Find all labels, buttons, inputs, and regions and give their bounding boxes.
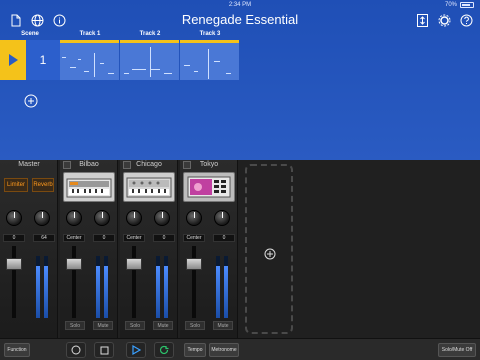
- meter-right: [104, 256, 108, 318]
- send-value: 0: [93, 234, 115, 242]
- plus-circle-icon: [24, 94, 38, 108]
- strip-tokyo-name: Tokyo: [199, 161, 219, 168]
- solo-button[interactable]: Solo: [185, 321, 205, 330]
- pan-knob[interactable]: [126, 210, 142, 226]
- status-time: 2:34 PM: [228, 2, 252, 8]
- meter-left: [96, 256, 100, 318]
- solo-button[interactable]: Solo: [125, 321, 145, 330]
- meter-right: [224, 256, 228, 318]
- tempo-button[interactable]: Tempo: [184, 343, 206, 357]
- fader-track: [132, 246, 136, 318]
- battery-indicator: 70%: [445, 2, 474, 8]
- instrument-thumbnail[interactable]: [183, 172, 235, 202]
- session-area: 2:34 PM 70% Renegade Essential Scene Tra…: [0, 0, 480, 160]
- send-knob[interactable]: [214, 210, 230, 226]
- help-icon[interactable]: [458, 12, 474, 28]
- master-meter-right: [44, 256, 48, 318]
- master-knob-2[interactable]: [34, 210, 50, 226]
- function-button[interactable]: Function: [4, 343, 30, 357]
- pan-value: Center: [123, 234, 145, 242]
- solo-button[interactable]: Solo: [65, 321, 85, 330]
- song-title: Renegade Essential: [181, 12, 299, 27]
- scene-play-button[interactable]: [0, 40, 26, 80]
- track-header-3[interactable]: Track 3: [180, 31, 240, 40]
- pan-value: Center: [63, 234, 85, 242]
- record-icon: [71, 345, 81, 355]
- add-scene-button[interactable]: [24, 94, 38, 108]
- pan-knob[interactable]: [66, 210, 82, 226]
- track-header-2[interactable]: Track 2: [120, 31, 180, 40]
- clip-track-3[interactable]: [180, 40, 239, 80]
- track-header-1[interactable]: Track 1: [60, 31, 120, 40]
- stop-button[interactable]: [94, 342, 114, 358]
- strip-chicago: Chicago Center 0 Solo Mute: [120, 160, 178, 338]
- send-knob[interactable]: [154, 210, 170, 226]
- pan-knob[interactable]: [186, 210, 202, 226]
- stop-icon: [100, 346, 108, 354]
- metronome-button[interactable]: Metronome: [209, 343, 239, 357]
- master-knob-2-value: 64: [33, 234, 55, 242]
- mixer: Master Limiter Reverb 0 64 Bilbao Center…: [0, 160, 480, 338]
- battery-icon: [460, 2, 474, 8]
- clip-track-1[interactable]: [60, 40, 119, 80]
- fader-track: [192, 246, 196, 318]
- master-meter-left: [36, 256, 40, 318]
- send-value: 0: [213, 234, 235, 242]
- fader-track: [72, 246, 76, 318]
- solo-mute-off-button[interactable]: Solo/Mute Off: [438, 343, 476, 357]
- plus-circle-icon: [264, 247, 276, 260]
- volume-fader[interactable]: [66, 258, 82, 270]
- instrument-thumbnail[interactable]: [63, 172, 115, 202]
- master-knob-1-value: 0: [3, 234, 25, 242]
- meter-left: [156, 256, 160, 318]
- strip-master-name: Master: [18, 161, 40, 168]
- add-track-button[interactable]: [245, 164, 293, 334]
- clip-track-2[interactable]: [120, 40, 179, 80]
- scene-number[interactable]: 1: [26, 40, 60, 80]
- send-knob[interactable]: [94, 210, 110, 226]
- master-fader[interactable]: [6, 258, 22, 270]
- battery-percent: 70%: [444, 2, 457, 8]
- send-value: 0: [153, 234, 175, 242]
- instrument-thumbnail[interactable]: [123, 172, 175, 202]
- strip-bilbao-name: Bilbao: [79, 161, 99, 168]
- reverb-button[interactable]: Reverb: [32, 178, 54, 192]
- pan-value: Center: [183, 234, 205, 242]
- status-bar: 2:34 PM 70%: [0, 0, 480, 10]
- transport-toolbar: Function Tempo Metronome Solo/Mute Off: [0, 338, 480, 360]
- scene-header: Scene: [21, 31, 39, 37]
- master-knob-1[interactable]: [6, 210, 22, 226]
- loop-button[interactable]: [154, 342, 174, 358]
- volume-fader[interactable]: [186, 258, 202, 270]
- strip-bilbao: Bilbao Center 0 Solo Mute: [60, 160, 118, 338]
- strip-tokyo: Tokyo Center 0 Solo Mute: [180, 160, 238, 338]
- loop-icon: [159, 345, 169, 355]
- strip-master: Master Limiter Reverb 0 64: [0, 160, 58, 338]
- gear-icon[interactable]: [436, 12, 452, 28]
- strip-chicago-name: Chicago: [136, 161, 162, 168]
- meter-left: [216, 256, 220, 318]
- limiter-button[interactable]: Limiter: [4, 178, 28, 192]
- mute-button[interactable]: Mute: [153, 321, 173, 330]
- master-fader-track: [12, 246, 16, 318]
- meter-right: [164, 256, 168, 318]
- mute-button[interactable]: Mute: [213, 321, 233, 330]
- mute-button[interactable]: Mute: [93, 321, 113, 330]
- play-button[interactable]: [126, 342, 146, 358]
- record-button[interactable]: [66, 342, 86, 358]
- play-icon: [9, 54, 18, 66]
- tempo-sync-icon[interactable]: [414, 12, 430, 28]
- volume-fader[interactable]: [126, 258, 142, 270]
- play-icon: [132, 345, 141, 355]
